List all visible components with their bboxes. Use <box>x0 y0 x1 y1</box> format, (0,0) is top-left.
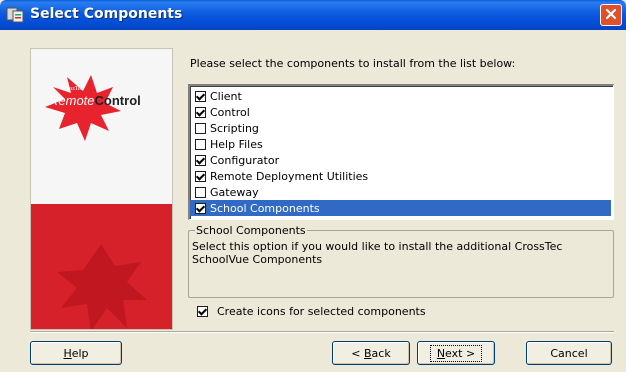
list-item[interactable]: Control <box>190 104 613 120</box>
component-checkbox[interactable] <box>195 202 206 214</box>
logo-crosstec: CrossTec <box>61 86 83 92</box>
component-label: Scripting <box>210 121 259 135</box>
close-button[interactable] <box>600 4 622 26</box>
logo-remote: Remote <box>49 93 95 108</box>
component-label: Gateway <box>210 185 259 199</box>
cancel-label: Cancel <box>550 346 588 360</box>
component-checkbox[interactable] <box>195 138 206 150</box>
next-button[interactable]: Next > <box>417 341 495 365</box>
select-components-dialog: Select Components CrossTec RemoteControl… <box>0 0 626 372</box>
button-separator <box>30 331 614 333</box>
back-button[interactable]: < Back <box>332 341 410 365</box>
components-list[interactable]: Client Control Scripting Help Files Configur… <box>188 84 614 220</box>
component-checkbox[interactable] <box>195 122 206 134</box>
description-title: School Components <box>195 224 307 237</box>
cancel-button[interactable]: Cancel <box>526 341 612 365</box>
star-burst-icon <box>57 244 147 329</box>
component-checkbox[interactable] <box>195 90 206 102</box>
list-item[interactable]: School Components <box>190 200 611 216</box>
component-checkbox[interactable] <box>195 106 206 118</box>
create-icons-check-box[interactable] <box>197 306 208 317</box>
instruction-text: Please select the components to install … <box>190 57 516 70</box>
banner-red-panel <box>31 204 172 329</box>
component-label: Help Files <box>210 137 263 151</box>
component-label: School Components <box>210 201 320 215</box>
window-title: Select Components <box>30 6 183 22</box>
title-bar[interactable]: Select Components <box>0 0 626 30</box>
component-label: Client <box>210 89 242 103</box>
component-label: Remote Deployment Utilities <box>210 169 369 183</box>
list-item[interactable]: Remote Deployment Utilities <box>190 168 613 184</box>
description-text: Select this option if you would like to … <box>192 240 563 266</box>
help-button[interactable]: Help <box>30 341 122 365</box>
next-label: Next > <box>429 344 483 362</box>
create-icons-checkbox[interactable]: Create icons for selected components <box>197 305 426 318</box>
list-item[interactable]: Gateway <box>190 184 613 200</box>
list-item[interactable]: Configurator <box>190 152 613 168</box>
installer-icon <box>6 6 24 24</box>
component-label: Configurator <box>210 153 280 167</box>
component-label: Control <box>210 105 250 119</box>
banner-logo-area: CrossTec RemoteControl <box>31 49 172 204</box>
list-item[interactable]: Scripting <box>190 120 613 136</box>
help-label: Help <box>63 346 89 360</box>
component-checkbox[interactable] <box>195 170 206 182</box>
component-checkbox[interactable] <box>195 154 206 166</box>
product-banner: CrossTec RemoteControl <box>30 48 173 330</box>
description-group: School Components Select this option if … <box>188 224 614 298</box>
star-burst-icon <box>45 75 121 141</box>
component-checkbox[interactable] <box>195 186 206 198</box>
remote-control-logo: RemoteControl <box>49 93 141 108</box>
back-label: < Back <box>351 346 391 360</box>
list-item[interactable]: Help Files <box>190 136 613 152</box>
logo-control: Control <box>94 93 141 108</box>
close-icon <box>605 8 617 23</box>
create-icons-label: Create icons for selected components <box>217 305 426 318</box>
list-item[interactable]: Client <box>190 88 613 104</box>
